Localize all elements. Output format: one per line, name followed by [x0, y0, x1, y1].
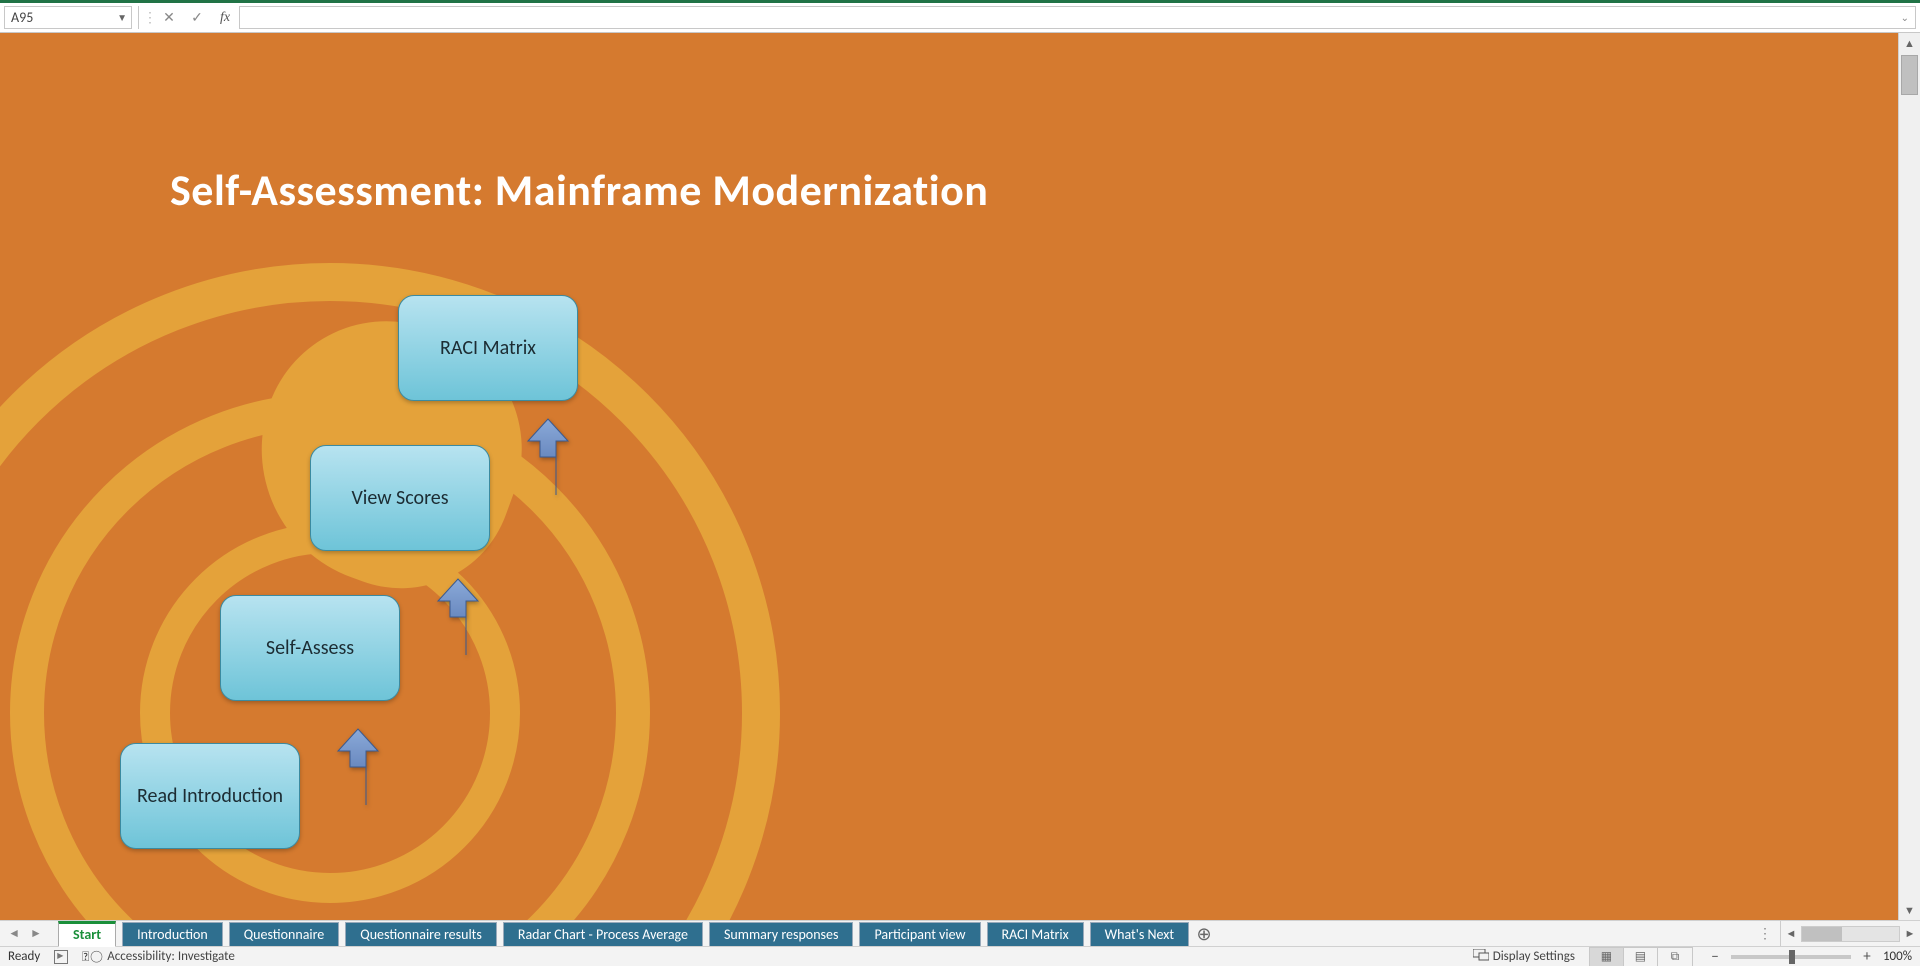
- scroll-thumb[interactable]: [1901, 55, 1918, 95]
- confirm-formula-button[interactable]: ✓: [183, 3, 211, 32]
- sheet-tab-raci-matrix[interactable]: RACI Matrix: [987, 922, 1084, 946]
- x-icon: ✕: [163, 9, 175, 26]
- accessibility-status[interactable]: ✚⃝ Accessibility: Investigate: [82, 948, 235, 965]
- name-box[interactable]: A95 ▼: [4, 6, 132, 29]
- sheet-tabs: Start Introduction Questionnaire Questionna…: [50, 921, 1189, 946]
- sheet-tab-questionnaire[interactable]: Questionnaire: [229, 922, 340, 946]
- zoom-level: 100%: [1883, 949, 1912, 964]
- spacer: [1219, 921, 1750, 946]
- sheet-tab-what-s-next[interactable]: What's Next: [1090, 922, 1189, 946]
- chevron-down-icon[interactable]: ⌄: [1901, 11, 1909, 24]
- tab-next-button[interactable]: ►: [30, 926, 42, 941]
- step-label: Read Introduction: [137, 784, 283, 808]
- accessibility-label: Accessibility: Investigate: [107, 949, 235, 964]
- sheet-tab-label: Questionnaire results: [360, 926, 482, 943]
- sheet-tab-label: Summary responses: [724, 926, 838, 943]
- scroll-thumb[interactable]: [1802, 927, 1842, 941]
- status-bar: Ready ✚⃝ Accessibility: Investigate Disp…: [0, 946, 1920, 966]
- arrow-up-icon: [320, 727, 384, 807]
- chevron-down-icon[interactable]: ▼: [117, 11, 127, 24]
- zoom-knob[interactable]: [1789, 950, 1795, 964]
- add-sheet-button[interactable]: ⊕: [1189, 921, 1219, 946]
- view-page-break-button[interactable]: ⧉: [1658, 948, 1692, 966]
- sheet-tab-label: Participant view: [874, 926, 965, 943]
- sheet-tab-introduction[interactable]: Introduction: [122, 922, 223, 946]
- vertical-scrollbar[interactable]: ▲ ▼: [1898, 33, 1920, 920]
- grid-icon: ▦: [1601, 949, 1612, 964]
- zoom-in-button[interactable]: +: [1859, 948, 1875, 966]
- tab-options-button[interactable]: ⋮: [1750, 921, 1780, 946]
- sheet-tab-start[interactable]: Start: [58, 921, 116, 947]
- sheet-tab-participant-view[interactable]: Participant view: [859, 922, 980, 946]
- step-view-scores-button[interactable]: View Scores: [310, 445, 490, 551]
- status-ready: Ready: [8, 949, 40, 964]
- sheet-tab-label: Start: [73, 926, 101, 943]
- macro-record-button[interactable]: [54, 950, 68, 964]
- fx-icon: fx: [220, 10, 230, 26]
- tab-prev-button[interactable]: ◄: [8, 926, 20, 941]
- view-mode-buttons: ▦ ▤ ⧉: [1589, 947, 1693, 966]
- sheet-tabs-bar: ◄ ► Start Introduction Questionnaire Questi…: [0, 920, 1920, 946]
- accessibility-icon: ✚⃝: [82, 948, 103, 965]
- zoom-control: − + 100%: [1707, 948, 1912, 966]
- formula-bar: A95 ▼ ⋮ ✕ ✓ fx ⌄: [0, 3, 1920, 33]
- scroll-left-button[interactable]: ◄: [1781, 927, 1801, 940]
- step-label: Self-Assess: [266, 636, 354, 660]
- sheet-tab-label: Introduction: [137, 926, 208, 943]
- separator: [138, 6, 139, 29]
- sheet-tab-label: What's Next: [1105, 926, 1174, 943]
- scroll-right-button[interactable]: ►: [1900, 927, 1920, 940]
- sheet-tab-summary-responses[interactable]: Summary responses: [709, 922, 853, 946]
- step-label: RACI Matrix: [440, 336, 536, 360]
- step-label: View Scores: [351, 486, 448, 510]
- page-icon: ▤: [1635, 949, 1646, 964]
- display-settings-label: Display Settings: [1493, 949, 1575, 964]
- sheet-tab-radar-chart-process-average[interactable]: Radar Chart - Process Average: [503, 922, 703, 946]
- scroll-up-button[interactable]: ▲: [1899, 33, 1920, 53]
- worksheet-area: Self-Assessment: Mainframe Modernization…: [0, 33, 1920, 920]
- sheet-tab-questionnaire-results[interactable]: Questionnaire results: [345, 922, 497, 946]
- sheet-tab-label: Radar Chart - Process Average: [518, 926, 688, 943]
- monitor-icon: [1473, 949, 1489, 965]
- zoom-slider[interactable]: [1731, 955, 1851, 959]
- formula-input[interactable]: ⌄: [239, 6, 1916, 29]
- display-settings-button[interactable]: Display Settings: [1473, 949, 1575, 965]
- step-raci-matrix-button[interactable]: RACI Matrix: [398, 295, 578, 401]
- worksheet-canvas[interactable]: Self-Assessment: Mainframe Modernization…: [0, 33, 1898, 920]
- arrow-up-icon: [420, 577, 484, 657]
- arrow-up-icon: [510, 417, 574, 497]
- scroll-track[interactable]: [1801, 926, 1900, 942]
- sheet-tab-label: Questionnaire: [244, 926, 325, 943]
- macro-icon: [54, 950, 68, 964]
- sheet-tab-label: RACI Matrix: [1002, 926, 1069, 943]
- page-title: Self-Assessment: Mainframe Modernization: [170, 163, 988, 217]
- scroll-down-button[interactable]: ▼: [1899, 900, 1920, 920]
- view-normal-button[interactable]: ▦: [1590, 948, 1624, 966]
- tab-nav: ◄ ►: [0, 921, 50, 946]
- cancel-formula-button[interactable]: ✕: [155, 3, 183, 32]
- check-icon: ✓: [191, 9, 203, 26]
- zoom-out-button[interactable]: −: [1707, 948, 1723, 966]
- step-self-assess-button[interactable]: Self-Assess: [220, 595, 400, 701]
- insert-function-button[interactable]: fx: [211, 3, 239, 32]
- horizontal-scrollbar[interactable]: ◄ ►: [1780, 921, 1920, 946]
- view-page-layout-button[interactable]: ▤: [1624, 948, 1658, 966]
- name-box-value: A95: [11, 9, 33, 26]
- drag-handle-icon[interactable]: ⋮: [145, 3, 155, 32]
- step-read-introduction-button[interactable]: Read Introduction: [120, 743, 300, 849]
- pagebreak-icon: ⧉: [1671, 950, 1680, 964]
